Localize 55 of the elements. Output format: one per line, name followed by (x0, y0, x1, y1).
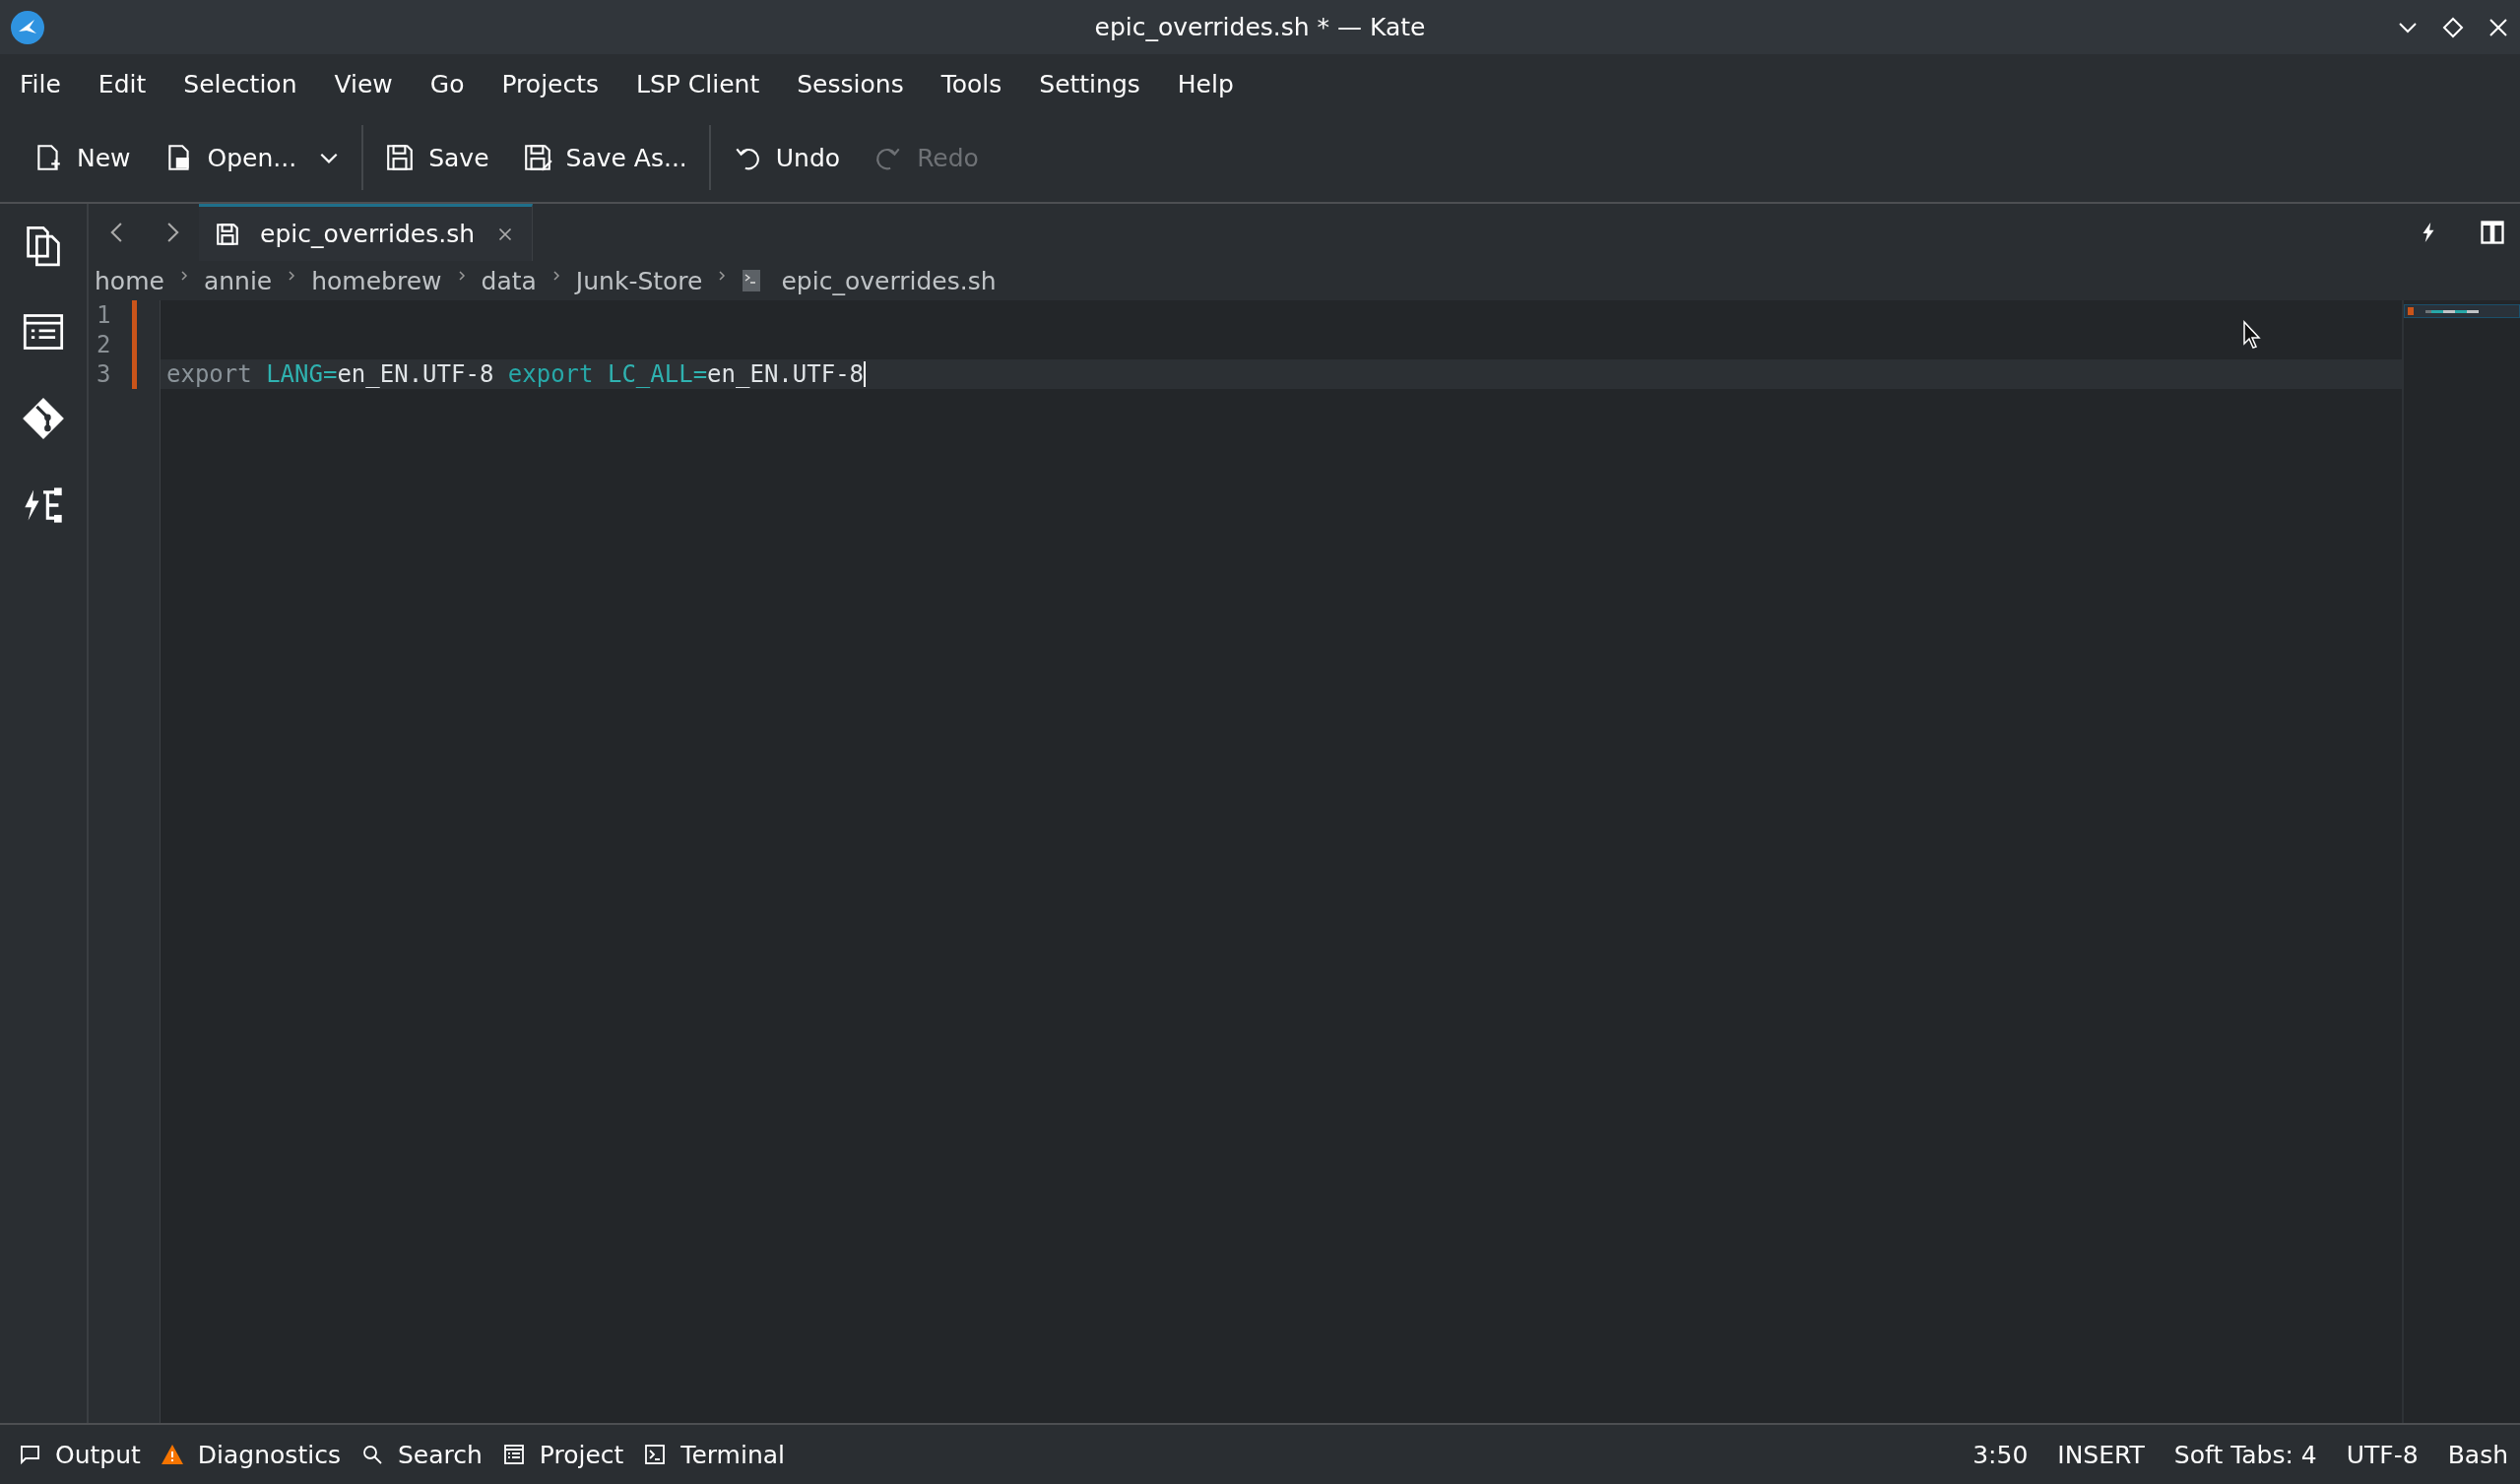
script-file-icon (742, 269, 762, 292)
output-tab[interactable]: Output (12, 1436, 147, 1473)
new-button[interactable]: New (22, 137, 143, 178)
menu-item[interactable]: Projects (501, 69, 600, 98)
breadcrumb-item[interactable]: Junk-Store (575, 266, 703, 295)
terminal-icon (643, 1443, 668, 1466)
window-title: epic_overrides.sh * — Kate (1094, 13, 1426, 41)
status-item[interactable]: Soft Tabs: 4 (2173, 1440, 2317, 1469)
menu-item[interactable]: Selection (183, 69, 297, 98)
maximize-button[interactable] (2441, 15, 2465, 39)
chevron-icon (718, 270, 727, 282)
chevron-icon (288, 270, 296, 282)
menu-item[interactable]: Tools (940, 69, 1002, 98)
save-button[interactable]: Save (373, 137, 501, 178)
save-icon (385, 143, 416, 172)
undo-button[interactable]: Undo (720, 137, 853, 178)
search-tab[interactable]: Search (354, 1436, 488, 1473)
git-icon[interactable] (22, 397, 65, 440)
menu-item[interactable]: Edit (97, 69, 147, 98)
file-tab[interactable]: epic_overrides.sh (199, 204, 534, 261)
line-number: 2 (96, 330, 112, 359)
menu-item[interactable]: Go (429, 69, 465, 98)
project-tab[interactable]: Project (495, 1436, 630, 1473)
chevron-icon (179, 270, 188, 282)
open-button[interactable]: Open... (152, 137, 353, 178)
breadcrumb-item[interactable]: homebrew (311, 266, 442, 295)
menu-item[interactable]: View (334, 69, 393, 98)
status-item[interactable]: UTF-8 (2346, 1440, 2419, 1469)
mouse-pointer-icon (2242, 320, 2262, 350)
warning-icon (160, 1443, 184, 1466)
speech-bubble-icon (18, 1443, 41, 1466)
menu-item[interactable]: LSP Client (636, 69, 760, 98)
terminal-tab[interactable]: Terminal (637, 1436, 791, 1473)
status-item[interactable]: INSERT (2057, 1440, 2145, 1469)
split-view-icon[interactable] (2479, 219, 2506, 246)
saveas-button[interactable]: Save As... (510, 137, 699, 178)
breadcrumb-item[interactable]: epic_overrides.sh (781, 266, 997, 295)
breadcrumb-item[interactable]: home (95, 266, 164, 295)
menu-item[interactable]: File (20, 69, 61, 98)
menu-item[interactable]: Help (1177, 69, 1234, 98)
status-item[interactable]: Bash (2447, 1440, 2508, 1469)
line-number: 1 (96, 300, 112, 330)
app-logo-icon (10, 9, 45, 45)
menu-item[interactable]: Sessions (797, 69, 904, 98)
chevron-icon (457, 270, 466, 282)
diagnostics-tab[interactable]: Diagnostics (154, 1436, 347, 1473)
menu-item[interactable]: Settings (1039, 69, 1140, 98)
status-item[interactable]: 3:50 (1972, 1440, 2029, 1469)
chevron-icon (551, 270, 560, 282)
line-number: 3 (96, 359, 112, 389)
breadcrumb-item[interactable]: data (481, 266, 537, 295)
list-icon (501, 1443, 526, 1466)
save-icon (215, 221, 240, 247)
breadcrumb-item[interactable]: annie (203, 266, 273, 295)
save-as-icon (522, 143, 552, 172)
